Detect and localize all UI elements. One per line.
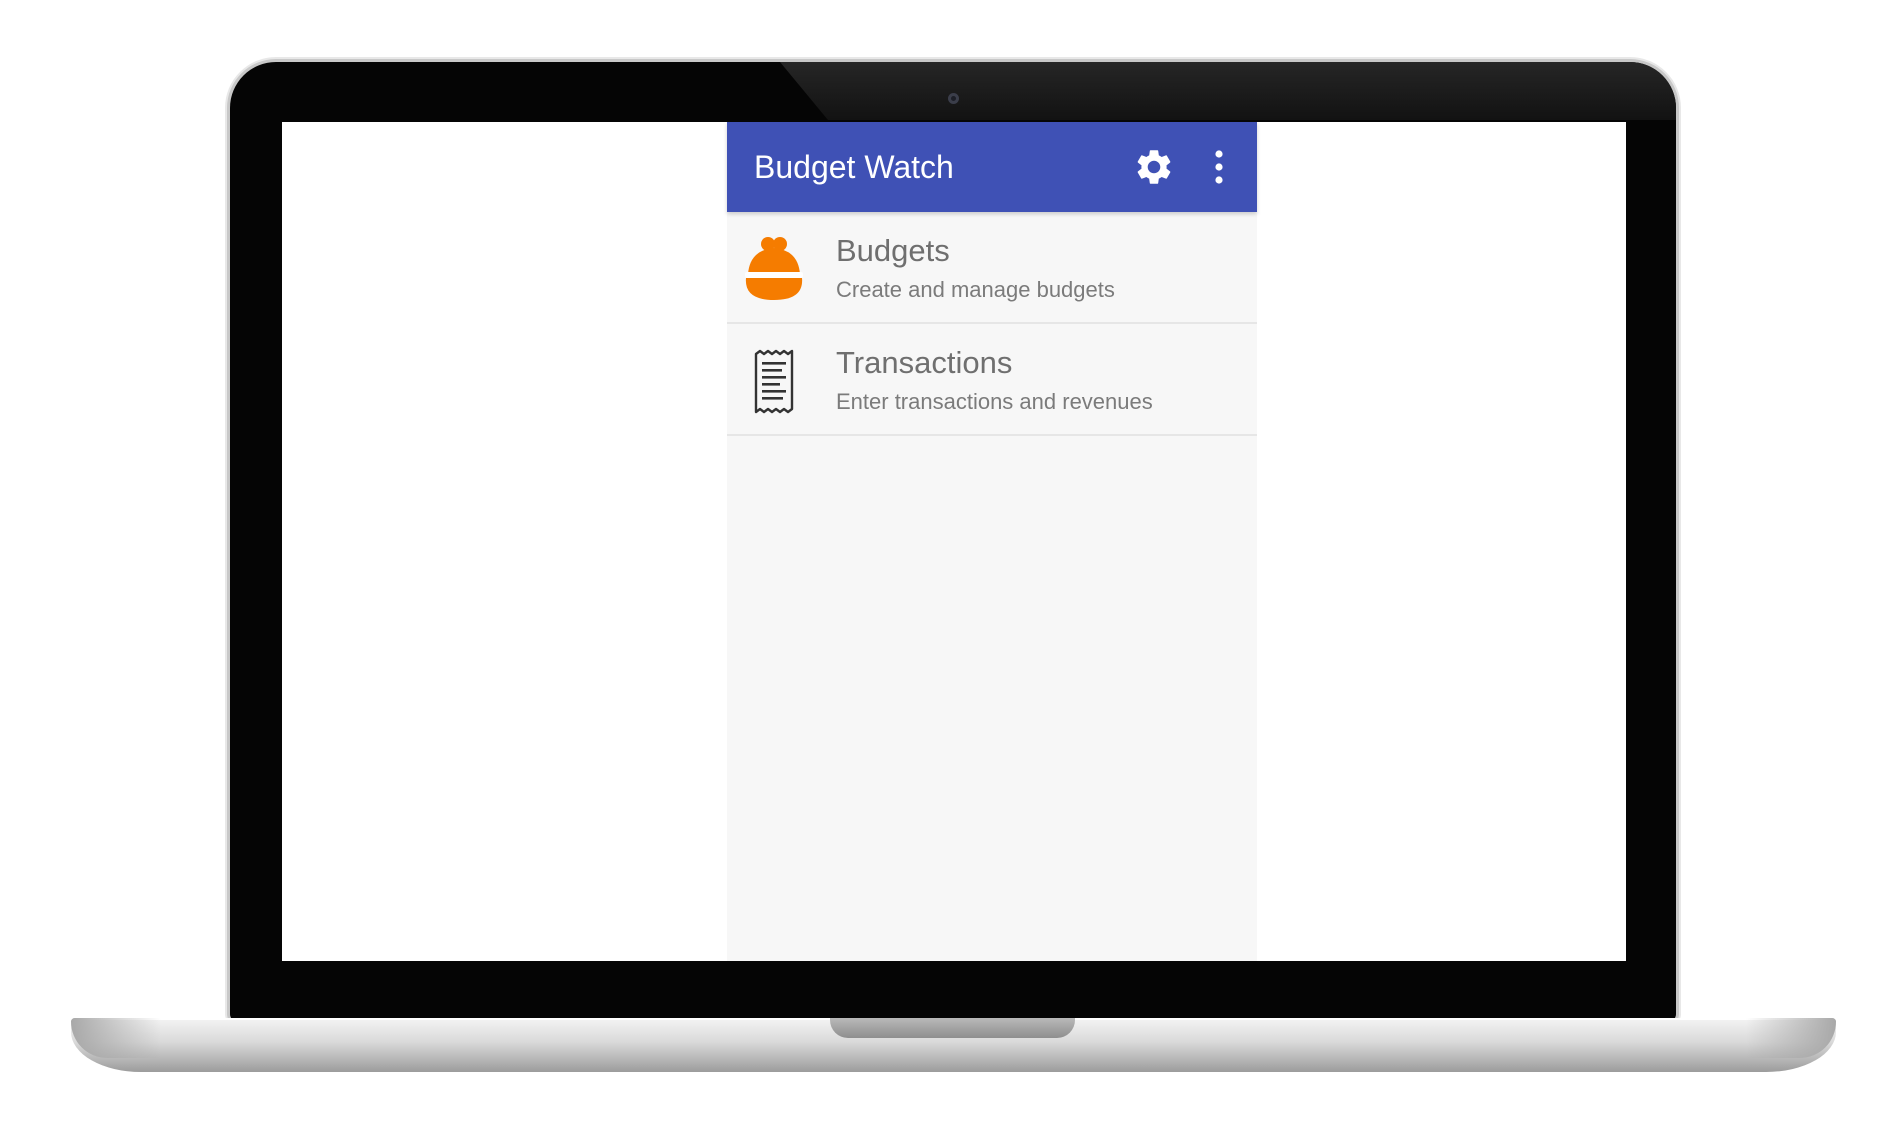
lid-glare (780, 62, 1676, 120)
app-toolbar: Budget Watch (727, 122, 1257, 212)
gear-icon (1137, 150, 1171, 184)
list-item-budgets[interactable]: Budgets Create and manage budgets (727, 212, 1257, 324)
overflow-menu-button[interactable] (1207, 146, 1231, 188)
list-item-transactions[interactable]: Transactions Enter transactions and reve… (727, 324, 1257, 436)
more-vertical-icon (1215, 150, 1223, 184)
base-notch (830, 1018, 1075, 1038)
coin-purse-icon (742, 234, 806, 302)
item-subtitle: Enter transactions and revenues (836, 389, 1153, 414)
item-title: Budgets (836, 233, 950, 268)
laptop-screen: Budget Watch Budgets Create and manage b… (282, 122, 1626, 961)
budget-watch-app: Budget Watch Budgets Create and manage b… (727, 122, 1257, 961)
laptop-mockup: Budget Watch Budgets Create and manage b… (0, 0, 1895, 1139)
webcam (948, 93, 959, 104)
settings-button[interactable] (1133, 146, 1175, 188)
receipt-icon (742, 346, 806, 414)
item-title: Transactions (836, 345, 1013, 380)
item-subtitle: Create and manage budgets (836, 277, 1115, 302)
app-title: Budget Watch (754, 149, 954, 185)
